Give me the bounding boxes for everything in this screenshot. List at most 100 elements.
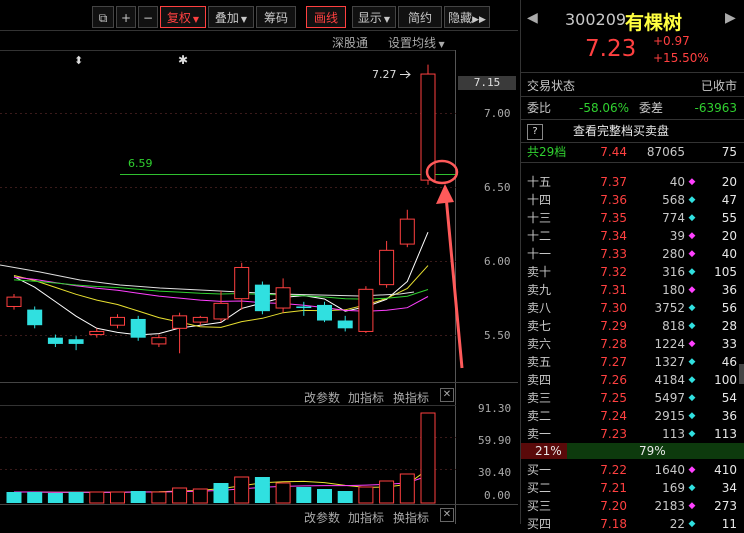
level-volume: 568	[662, 193, 685, 207]
orderbook-row[interactable]: 卖七 7.29 818 ◆ 28	[521, 317, 744, 335]
candle-body	[234, 266, 250, 300]
edit-params-button[interactable]: 改参数	[304, 389, 340, 406]
candle-body	[47, 337, 63, 344]
event-marker-icon[interactable]: ✱	[178, 53, 188, 67]
orderbook-row[interactable]: 十三 7.35 774 ◆ 55	[521, 209, 744, 227]
orderbook-row[interactable]: 买三 7.20 2183 ◆ 273	[521, 497, 744, 515]
orderbook-row[interactable]: 买四 7.18 22 ◆ 11	[521, 515, 744, 533]
level-label: 卖五	[527, 355, 552, 369]
level-price: 7.27	[600, 355, 627, 369]
help-icon[interactable]: ?	[527, 124, 543, 140]
stock-code: 300209	[565, 10, 627, 29]
full-book-link[interactable]: 查看完整档买卖盘	[573, 122, 669, 140]
diamond-icon: ◆	[688, 393, 696, 403]
level-price: 7.26	[600, 373, 627, 387]
sentiment-bar: 21% 79%	[521, 443, 744, 459]
orderbook-row[interactable]: 十四 7.36 568 ◆ 47	[521, 191, 744, 209]
level-label: 十四	[527, 193, 552, 207]
diamond-icon: ◆	[688, 213, 696, 223]
level-count: 113	[714, 427, 737, 441]
volume-bar	[213, 483, 229, 503]
add-indicator-button[interactable]: 加指标	[348, 389, 384, 406]
diamond-icon: ◆	[688, 231, 696, 241]
orderbook-row[interactable]: 卖五 7.27 1327 ◆ 46	[521, 353, 744, 371]
orderbook-row[interactable]: 卖三 7.25 5497 ◆ 54	[521, 389, 744, 407]
level-count: 56	[721, 301, 737, 315]
kline-chart-area[interactable]: ⧉ + − 复权 ▼ 叠加 ▼ 筹码 画线 显示 ▼ 简约 隐藏▶▶ 深股通 设置均线…	[0, 0, 518, 526]
ma-line	[0, 264, 415, 297]
chart-canvas: ⬍ ✱ 6.59 7.27	[0, 30, 518, 524]
ratio-label: 委比	[527, 101, 552, 115]
diff-value: -63963	[694, 101, 737, 115]
full-book-row[interactable]: ? 查看完整档买卖盘	[521, 122, 744, 140]
annotation-arrow	[444, 195, 464, 369]
total-levels: 共29档	[527, 145, 567, 159]
candle-body	[172, 315, 188, 329]
candle-body	[68, 339, 84, 344]
level-count: 36	[721, 409, 737, 423]
volume-bar	[172, 487, 188, 504]
level-label: 卖二	[527, 409, 552, 423]
close-icon[interactable]: ✕	[440, 508, 454, 522]
close-icon[interactable]: ✕	[440, 388, 454, 402]
volume-bar	[420, 412, 436, 504]
volume-bar	[89, 491, 105, 504]
volume-bar	[234, 476, 250, 504]
total-volume: 87065	[646, 145, 685, 159]
next-stock-icon[interactable]: ▶	[725, 10, 736, 26]
candle-body	[89, 330, 105, 336]
sell-ratio: 21%	[535, 444, 562, 458]
diamond-icon: ◆	[688, 375, 696, 385]
divider	[521, 119, 744, 120]
orderbook-row[interactable]: 买二 7.21 169 ◆ 34	[521, 479, 744, 497]
total-row: 共29档 7.44 87065 75	[521, 143, 744, 161]
orderbook-row[interactable]: 卖八 7.30 3752 ◆ 56	[521, 299, 744, 317]
volume-bar	[68, 492, 84, 503]
price-axis-tick: 7.00	[484, 107, 511, 120]
level-label: 卖四	[527, 373, 552, 387]
buy-ratio: 79%	[639, 444, 666, 458]
orderbook-row[interactable]: 卖十 7.32 316 ◆ 105	[521, 263, 744, 281]
level-count: 33	[721, 337, 737, 351]
candle-body	[151, 337, 167, 345]
orderbook-row[interactable]: 十二 7.34 39 ◆ 20	[521, 227, 744, 245]
event-marker-icon[interactable]: ⬍	[74, 54, 83, 67]
volume-bar	[254, 477, 270, 503]
orderbook-row[interactable]: 买一 7.22 1640 ◆ 410	[521, 461, 744, 479]
prev-stock-icon[interactable]: ◀	[527, 10, 538, 26]
orderbook-row[interactable]: 卖一 7.23 113 ◆ 113	[521, 425, 744, 443]
add-indicator-button[interactable]: 加指标	[348, 509, 384, 526]
level-count: 20	[721, 175, 737, 189]
edit-params-button[interactable]: 改参数	[304, 509, 340, 526]
level-label: 十五	[527, 175, 552, 189]
orderbook-row[interactable]: 十一 7.33 280 ◆ 40	[521, 245, 744, 263]
level-price: 7.18	[600, 517, 627, 531]
level-price: 7.30	[600, 301, 627, 315]
high-price-label: 7.27	[372, 68, 397, 81]
candle-body	[317, 304, 332, 321]
divider	[521, 162, 744, 163]
orderbook-row[interactable]: 卖九 7.31 180 ◆ 36	[521, 281, 744, 299]
orderbook-row[interactable]: 卖四 7.26 4184 ◆ 100	[521, 371, 744, 389]
volume-bar	[358, 486, 374, 504]
level-count: 273	[714, 499, 737, 513]
diamond-icon: ◆	[688, 177, 696, 187]
diamond-icon: ◆	[688, 321, 696, 331]
ratio-row: 委比 -58.06% 委差 -63963	[521, 99, 744, 117]
level-volume: 1327	[654, 355, 685, 369]
switch-indicator-button[interactable]: 换指标	[393, 509, 429, 526]
price-change: +0.97	[653, 34, 690, 48]
level-volume: 169	[662, 481, 685, 495]
level-label: 卖十	[527, 265, 552, 279]
orderbook-row[interactable]: 卖六 7.28 1224 ◆ 33	[521, 335, 744, 353]
level-price: 7.21	[600, 481, 627, 495]
scrollbar-thumb[interactable]	[739, 364, 744, 384]
diamond-icon: ◆	[688, 195, 696, 205]
orderbook-row[interactable]: 十五 7.37 40 ◆ 20	[521, 173, 744, 191]
level-price: 7.31	[600, 283, 627, 297]
orderbook-row[interactable]: 卖二 7.24 2915 ◆ 36	[521, 407, 744, 425]
candle-body	[6, 296, 22, 307]
volume-bar	[6, 492, 22, 503]
switch-indicator-button[interactable]: 换指标	[393, 389, 429, 406]
volume-bar	[192, 488, 208, 504]
